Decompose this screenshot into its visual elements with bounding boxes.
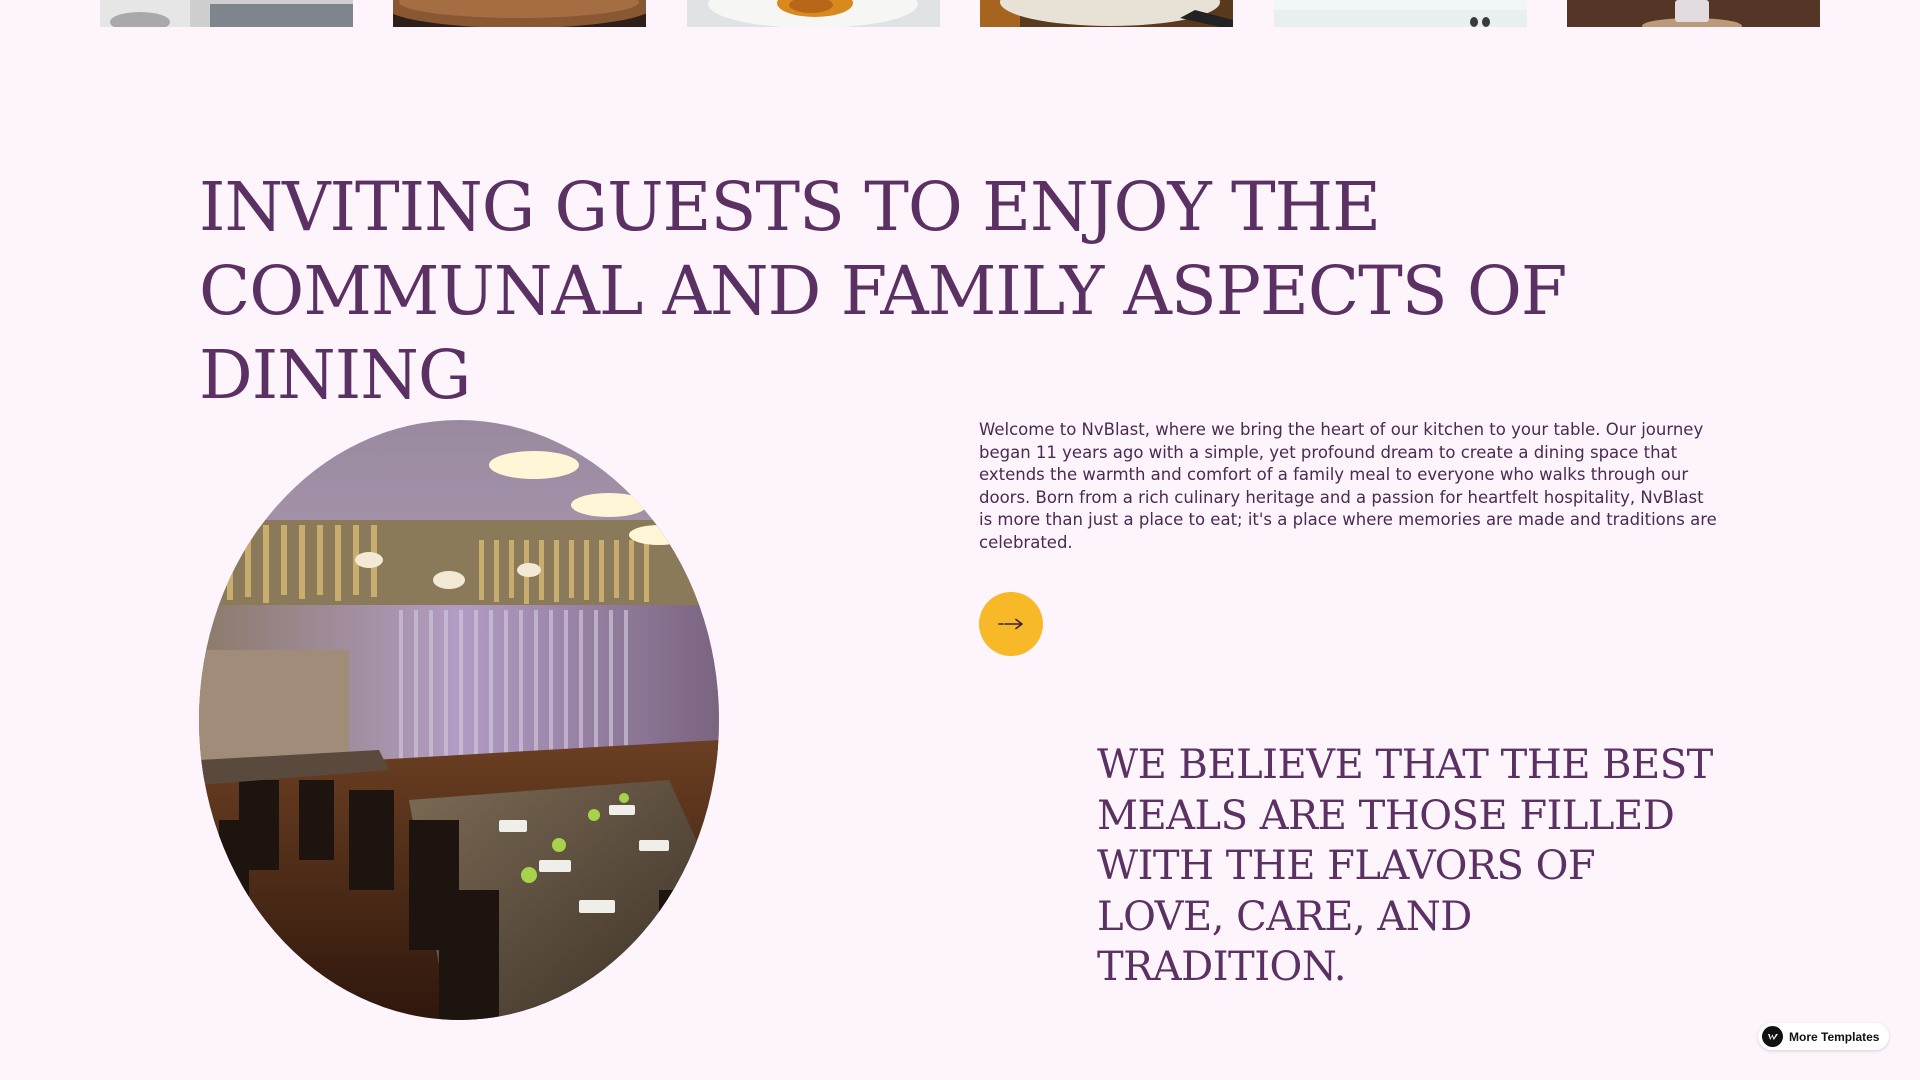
more-templates-badge[interactable]: More Templates	[1758, 1023, 1889, 1050]
gallery-thumbnail-dishes[interactable]	[100, 0, 353, 27]
gallery-thumbnail-light[interactable]	[1274, 0, 1527, 27]
restaurant-interior-photo	[199, 420, 719, 1020]
gallery-thumbnail-plated[interactable]	[687, 0, 940, 27]
page-headline: INVITING GUESTS TO ENJOY THE COMMUNAL AN…	[199, 168, 1567, 414]
dishes-thumbnail	[100, 0, 353, 27]
dining-plate-thumbnail	[980, 0, 1233, 27]
belief-statement: WE BELIEVE THAT THE BEST MEALS ARE THOSE…	[1097, 742, 1713, 990]
intro-paragraph: Welcome to NvBlast, where we bring the h…	[979, 420, 1717, 552]
top-image-gallery	[0, 0, 1920, 27]
webflow-logo-icon	[1762, 1026, 1783, 1047]
candle-table-thumbnail	[1567, 0, 1820, 27]
more-templates-label: More Templates	[1789, 1029, 1880, 1044]
light-table-thumbnail	[1274, 0, 1527, 27]
restaurant-photo-image	[199, 420, 719, 1020]
gallery-thumbnail-plate[interactable]	[980, 0, 1233, 27]
continue-arrow-button[interactable]	[979, 592, 1043, 656]
wooden-board-thumbnail	[393, 0, 646, 27]
plated-dish-thumbnail	[687, 0, 940, 27]
gallery-thumbnail-board[interactable]	[393, 0, 646, 27]
arrow-right-icon	[998, 618, 1023, 630]
gallery-thumbnail-candle[interactable]	[1567, 0, 1820, 27]
